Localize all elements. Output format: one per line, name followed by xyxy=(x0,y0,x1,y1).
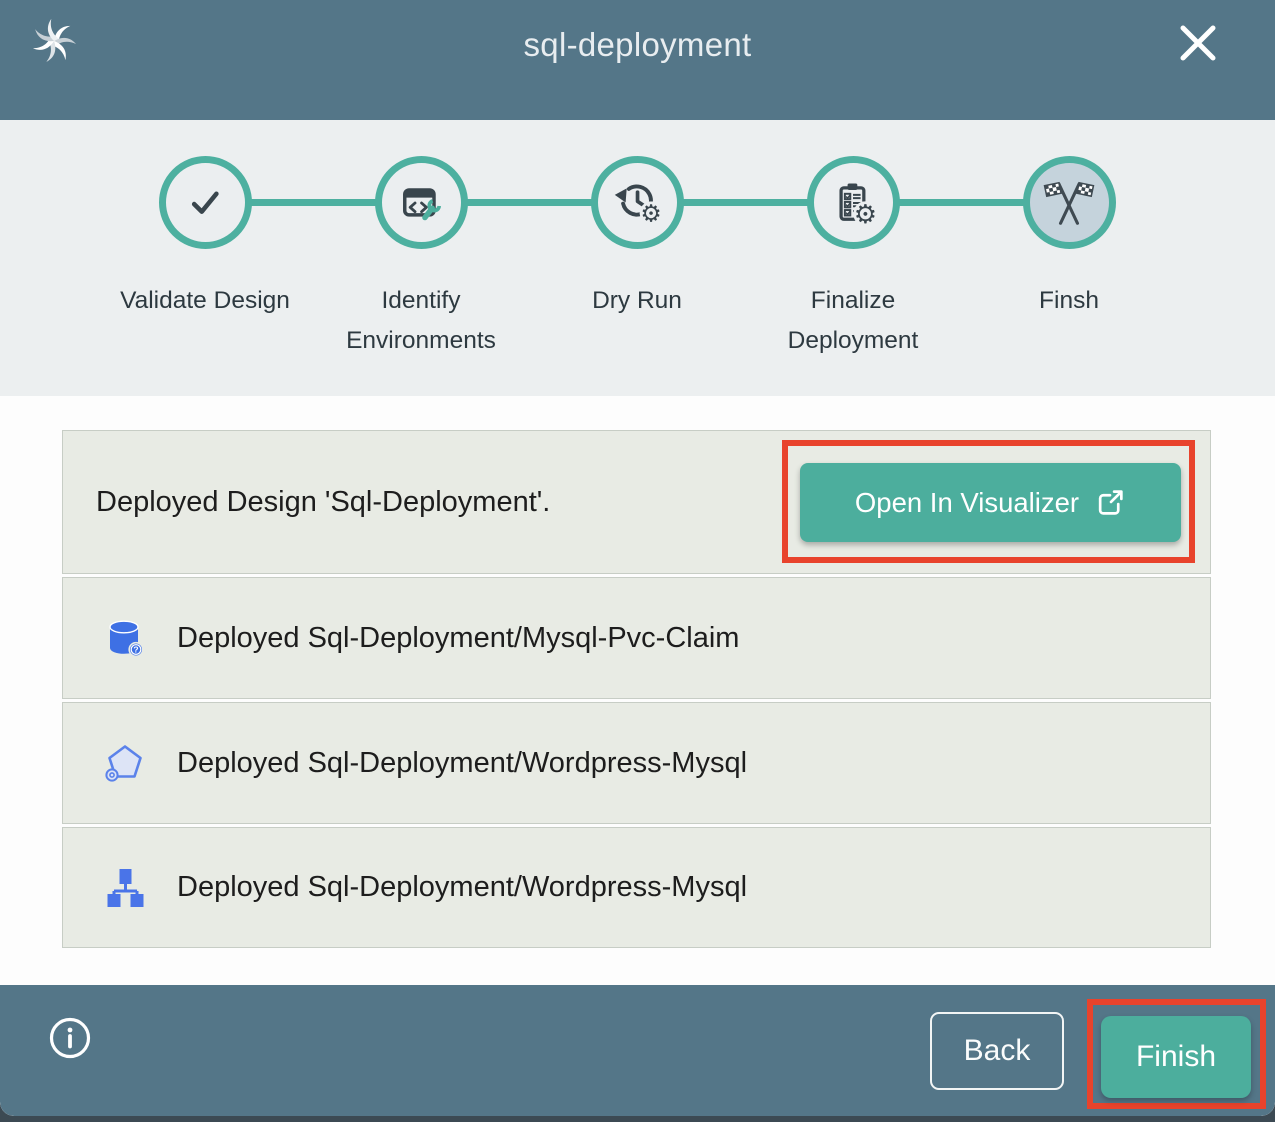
summary-text: Deployed Design 'Sql-Deployment'. xyxy=(96,486,550,519)
svg-text:⚙: ⚙ xyxy=(640,199,661,227)
results-panel: Deployed Design 'Sql-Deployment'. Open I… xyxy=(0,396,1275,985)
checkered-flags-icon xyxy=(1042,176,1096,230)
step-label: Finalize Deployment xyxy=(753,281,953,361)
step-validate-design: Validate Design xyxy=(97,156,313,361)
back-button[interactable]: Back xyxy=(930,1012,1064,1090)
result-text: Deployed Sql-Deployment/Wordpress-Mysql xyxy=(177,747,747,780)
svg-text:?: ? xyxy=(133,645,138,655)
deployment-wizard-modal: sql-deployment Validate Design xyxy=(0,0,1275,1116)
modal-title: sql-deployment xyxy=(0,26,1275,64)
modal-header: sql-deployment xyxy=(0,0,1275,120)
result-text: Deployed Sql-Deployment/Mysql-Pvc-Claim xyxy=(177,622,739,655)
pentagon-icon xyxy=(101,739,149,787)
step-label: Finsh xyxy=(1039,281,1099,321)
step-identify-environments: Identify Environments xyxy=(313,156,529,361)
result-text: Deployed Sql-Deployment/Wordpress-Mysql xyxy=(177,871,747,904)
step-circle-dry-run[interactable]: ⚙ xyxy=(591,156,684,249)
code-wrench-icon xyxy=(395,177,447,229)
step-circle-finish[interactable] xyxy=(1023,156,1116,249)
step-label: Dry Run xyxy=(592,281,682,321)
database-icon: ? xyxy=(101,614,149,662)
info-icon[interactable] xyxy=(48,1016,92,1060)
result-row: Deployed Sql-Deployment/Wordpress-Mysql xyxy=(62,702,1211,824)
open-in-visualizer-button[interactable]: Open In Visualizer xyxy=(800,463,1181,542)
step-finalize-deployment: ⚙ Finalize Deployment xyxy=(745,156,961,361)
step-circle-identify-environments[interactable] xyxy=(375,156,468,249)
step-label: Identify Environments xyxy=(321,281,521,361)
annotation-open-in-visualizer: Open In Visualizer xyxy=(782,440,1195,563)
step-label: Validate Design xyxy=(120,281,290,321)
check-icon xyxy=(179,177,231,229)
modal-footer: Back Finish xyxy=(0,985,1275,1116)
step-finish: Finsh xyxy=(961,156,1177,361)
history-gear-icon: ⚙ xyxy=(611,177,663,229)
step-circle-validate-design[interactable] xyxy=(159,156,252,249)
step-circle-finalize-deployment[interactable]: ⚙ xyxy=(807,156,900,249)
close-icon[interactable] xyxy=(1177,22,1219,64)
stepper: Validate Design xyxy=(0,120,1275,396)
annotation-finish: Finish xyxy=(1087,999,1266,1109)
step-dry-run: ⚙ Dry Run xyxy=(529,156,745,361)
clipboard-gear-icon: ⚙ xyxy=(827,177,879,229)
finish-button[interactable]: Finish xyxy=(1101,1016,1251,1098)
result-row: Deployed Sql-Deployment/Wordpress-Mysql xyxy=(62,827,1211,948)
svg-text:⚙: ⚙ xyxy=(854,200,877,229)
external-link-icon xyxy=(1095,487,1126,518)
result-row: ? Deployed Sql-Deployment/Mysql-Pvc-Clai… xyxy=(62,577,1211,699)
hierarchy-icon xyxy=(101,864,149,912)
open-in-visualizer-label: Open In Visualizer xyxy=(855,487,1079,519)
